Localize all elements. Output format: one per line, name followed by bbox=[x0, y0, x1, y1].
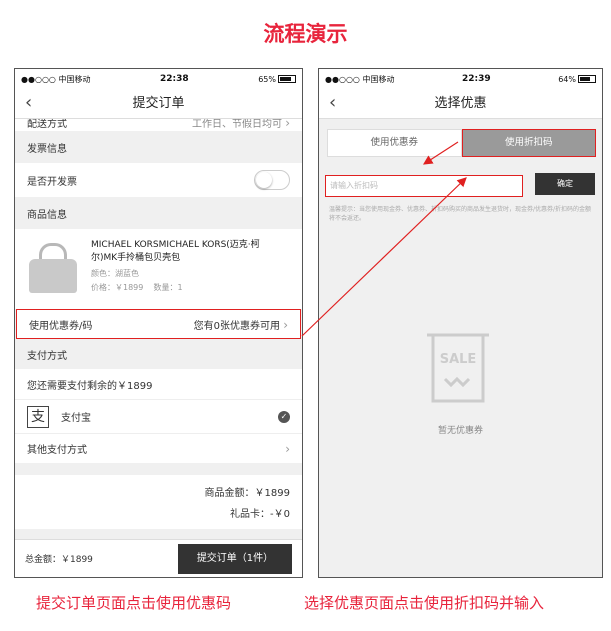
nav-title: 提交订单 bbox=[132, 96, 185, 111]
tab-coupon[interactable]: 使用优惠券 bbox=[327, 129, 462, 157]
chevron-right-icon: › bbox=[285, 441, 290, 456]
caption-right: 选择优惠页面点击使用折扣码并输入 bbox=[304, 594, 545, 612]
invoice-toggle[interactable] bbox=[254, 170, 290, 190]
carrier: ●●○○○ 中国移动 bbox=[21, 74, 91, 84]
confirm-button[interactable]: 确定 bbox=[535, 173, 595, 195]
check-icon: ✓ bbox=[278, 410, 290, 423]
battery-icon bbox=[577, 75, 596, 83]
invoice-section-header: 发票信息 bbox=[27, 143, 67, 155]
product-quantity: 数量：1 bbox=[153, 283, 183, 292]
nav-title: 选择优惠 bbox=[434, 96, 487, 111]
gift-card-amount: 礼品卡：-￥0 bbox=[230, 509, 290, 520]
alipay-icon: 支 bbox=[27, 405, 49, 428]
coupon-count: 您有0张优惠券可用 bbox=[193, 320, 280, 332]
status-bar: ●●○○○ 中国移动 22:38 65% bbox=[15, 69, 302, 89]
back-icon[interactable]: ‹ bbox=[329, 89, 336, 117]
submit-order-screen: ●●○○○ 中国移动 22:38 65% ‹ 提交订单 配送方式 工作日、节假日… bbox=[14, 68, 303, 578]
back-icon[interactable]: ‹ bbox=[25, 89, 32, 117]
select-discount-screen: ●●○○○ 中国移动 22:39 64% ‹ 选择优惠 使用优惠券 使用折扣码 … bbox=[318, 68, 603, 578]
checkout-footer: 总金额：￥1899 提交订单（1件） bbox=[15, 539, 302, 577]
carrier: ●●○○○ 中国移动 bbox=[325, 74, 395, 84]
invoice-row: 是否开发票 bbox=[15, 163, 302, 197]
sale-receipt-icon: SALE bbox=[427, 333, 489, 403]
product-section-header: 商品信息 bbox=[27, 209, 67, 221]
status-bar: ●●○○○ 中国移动 22:39 64% bbox=[319, 69, 602, 89]
empty-state-text: 暂无优惠券 bbox=[437, 426, 483, 436]
product-image bbox=[27, 239, 79, 297]
product-price: 价格：￥1899 bbox=[91, 283, 144, 292]
nav-bar: ‹ 选择优惠 bbox=[319, 89, 602, 119]
chevron-right-icon: › bbox=[283, 317, 288, 332]
clock: 22:38 bbox=[160, 74, 189, 84]
discount-code-input[interactable]: 请输入折扣码 bbox=[325, 175, 523, 197]
discount-tabs: 使用优惠券 使用折扣码 bbox=[327, 129, 596, 157]
alipay-label: 支付宝 bbox=[61, 413, 91, 424]
page-title: 流程演示 bbox=[263, 22, 348, 46]
nav-bar: ‹ 提交订单 bbox=[15, 89, 302, 119]
product-name: MICHAEL KORSMICHAEL KORS(迈克·柯尔)MK手拎桶包贝壳包 bbox=[91, 240, 260, 263]
delivery-value: 工作日、节假日均可 bbox=[192, 118, 282, 130]
invoice-toggle-label: 是否开发票 bbox=[27, 176, 77, 188]
alipay-option[interactable]: 支 支付宝 ✓ bbox=[15, 399, 302, 433]
other-payment-row[interactable]: 其他支付方式 › bbox=[15, 433, 302, 463]
battery-icon bbox=[277, 75, 296, 83]
other-payment-label: 其他支付方式 bbox=[27, 445, 87, 456]
clock: 22:39 bbox=[462, 74, 491, 84]
product-card[interactable]: MICHAEL KORSMICHAEL KORS(迈克·柯尔)MK手拎桶包贝壳包… bbox=[15, 229, 302, 309]
goods-amount: 商品金额：￥1899 bbox=[204, 488, 290, 499]
caption-left: 提交订单页面点击使用优惠码 bbox=[36, 594, 232, 612]
battery-indicator: 64% bbox=[558, 75, 596, 84]
payment-section-header: 支付方式 bbox=[27, 350, 67, 362]
tab-discount-code[interactable]: 使用折扣码 bbox=[461, 129, 596, 157]
battery-indicator: 65% bbox=[258, 75, 296, 84]
total-amount: 总金额：￥1899 bbox=[25, 555, 93, 565]
coupon-row[interactable]: 使用优惠券/码 您有0张优惠券可用 › bbox=[16, 309, 301, 339]
product-color: 颜色：湖蓝色 bbox=[91, 269, 139, 278]
submit-order-button[interactable]: 提交订单（1件） bbox=[178, 543, 292, 574]
svg-text:SALE: SALE bbox=[440, 352, 477, 367]
order-summary: 商品金额：￥1899 礼品卡：-￥0 bbox=[15, 475, 302, 529]
hint-text: 温馨提示：当您使用现金券、优惠券、折扣码购买的商品发生退货时，现金券/优惠券/折… bbox=[329, 206, 592, 222]
coupon-label: 使用优惠券/码 bbox=[29, 320, 93, 332]
remaining-amount: 您还需要支付剩余的￥1899 bbox=[15, 369, 302, 399]
